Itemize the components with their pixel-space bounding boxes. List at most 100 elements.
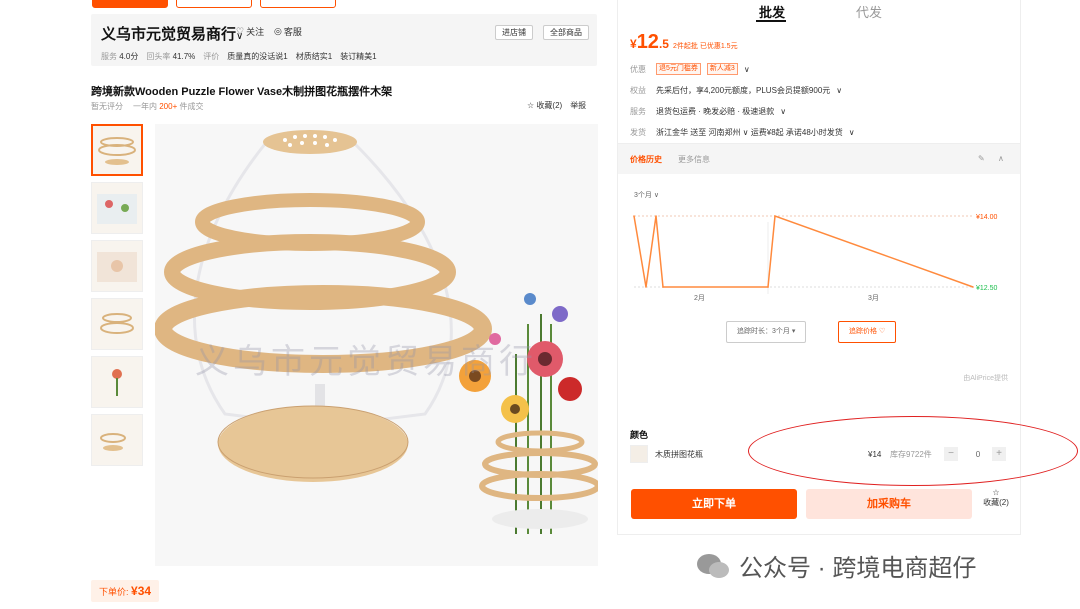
thumbnail[interactable] — [91, 298, 143, 350]
tab-more-info[interactable]: 更多信息 — [678, 154, 710, 165]
footer-text: 公众号 · 跨境电商超仔 — [739, 555, 977, 582]
wechat-footer: 公众号 · 跨境电商超仔 — [695, 548, 976, 583]
product-actions: ☆ 收藏(2) 举报 — [527, 100, 586, 111]
sales-info: 一年内 200+ 件成交 — [133, 102, 204, 111]
price-point — [645, 286, 647, 288]
vase-stand-icon — [100, 433, 126, 451]
price-point — [655, 215, 657, 217]
shipping-label: 发货 — [630, 128, 646, 137]
stat-review: 评价 — [203, 52, 220, 61]
price-point — [662, 286, 664, 288]
vase-stand-icon — [100, 313, 134, 334]
coupon-row: 优惠 退5元门槛券 新人减3 ∨ — [630, 63, 750, 75]
shop-tag: 装订精美1 — [340, 52, 377, 61]
aliprice-source: 由AliPrice提供 — [963, 375, 1008, 382]
thumbnail[interactable] — [91, 414, 143, 466]
top-button-secondary[interactable] — [176, 0, 252, 8]
shop-name-text[interactable]: 义乌市元觉贸易商行 — [101, 26, 236, 43]
no-rating: 暂无评分 — [91, 102, 123, 111]
chevron-down-icon[interactable]: ∨ — [836, 86, 842, 95]
price-point — [767, 286, 769, 288]
price-point — [774, 215, 776, 217]
shop-tag: 材质结实1 — [295, 52, 333, 61]
order-price-tag: 下单价: ¥34 — [91, 580, 160, 602]
wechat-icon — [697, 553, 729, 578]
bouquet-icon — [112, 369, 122, 396]
service-label: 客服 — [283, 27, 302, 37]
stat-return-rate: 回头率 41.7% — [146, 52, 196, 61]
top-button-tertiary[interactable] — [260, 0, 336, 8]
follow-button[interactable]: ♡ 关注 — [236, 25, 264, 38]
tab-indicator — [756, 20, 786, 22]
follow-label: 关注 — [246, 27, 265, 37]
track-price-button[interactable]: 追踪价格 ♡ — [838, 321, 897, 343]
enter-shop-button[interactable]: 进店铺 — [495, 25, 533, 40]
product-title: 跨境新款Wooden Puzzle Flower Vase木制拼图花瓶摆件木架 — [91, 86, 393, 98]
stat-service: 服务 4.0分 — [101, 52, 139, 61]
mode-tabs: 批发 代发 — [618, 0, 1020, 22]
tab-wholesale[interactable]: 批发 — [759, 2, 785, 21]
all-products-button[interactable]: 全部商品 — [543, 25, 589, 40]
x-tick-label: 3月 — [868, 294, 879, 302]
shop-tag: 质量真的没话说1 — [227, 52, 288, 61]
coupon-tag[interactable]: 新人减3 — [706, 63, 738, 75]
buy-now-button[interactable]: 立即下单 — [631, 489, 797, 519]
thumbnail[interactable] — [91, 356, 143, 408]
price-line — [633, 214, 974, 288]
add-to-cart-button[interactable]: 加采购车 — [806, 489, 972, 519]
unit-price: ¥12.5 — [630, 31, 669, 53]
thumbnail[interactable] — [91, 240, 143, 292]
price-point — [972, 286, 974, 288]
favorite-label: 收藏(2) — [983, 498, 1009, 507]
shop-stats: 服务 4.0分 回头率 41.7% 评价 质量真的没话说1 材质结实1 装订精美… — [101, 51, 377, 62]
top-action-buttons — [92, 0, 336, 8]
tab-price-history[interactable]: 价格历史 — [630, 154, 662, 165]
page: 义乌市元觉贸易商行∨ ♡ 关注 ◎ 客服 进店铺 全部商品 服务 4.0分 回头率 … — [0, 0, 1080, 609]
service-button[interactable]: ◎ 客服 — [274, 25, 302, 38]
vase-stand-icon — [98, 137, 136, 165]
track-duration-select[interactable]: 追踪时长：3个月 ▾ — [726, 321, 807, 343]
report-link[interactable]: 举报 — [570, 100, 586, 111]
coupon-tag[interactable]: 退5元门槛券 — [656, 63, 701, 75]
period-select[interactable]: 3个月 ∨ — [634, 190, 659, 200]
top-button-primary[interactable] — [92, 0, 168, 8]
tab-dropship[interactable]: 代发 — [856, 2, 882, 21]
history-tabs: 价格历史 更多信息 ✎ ∧ — [618, 144, 1020, 174]
service-text[interactable]: 退货包运费 · 晚发必赔 · 极速退款 — [656, 106, 774, 117]
star-icon: ☆ — [992, 488, 1000, 497]
edit-icon[interactable]: ✎ — [978, 154, 985, 163]
x-tick-label: 2月 — [694, 294, 705, 302]
headset-icon: ◎ — [274, 26, 282, 36]
favorite-button-panel[interactable]: ☆ 收藏(2) — [979, 488, 1013, 508]
shipping-text[interactable]: 浙江金华 送至 河南郑州 ∨ 运费¥8起 承诺48小时发货 — [656, 127, 843, 138]
flowers-icon — [97, 194, 137, 224]
chevron-down-icon[interactable]: ∨ — [744, 65, 750, 74]
chevron-up-icon[interactable]: ∧ — [998, 154, 1004, 163]
thumbnail-list — [91, 124, 143, 472]
annotation-ellipse — [748, 416, 1078, 486]
main-product-image[interactable]: 义乌市元觉贸易商行 — [154, 124, 601, 566]
watermark: 义乌市元觉贸易商行 — [195, 343, 537, 381]
benefit-text[interactable]: 先采后付，享4,200元额度，PLUS会员提额900元 — [656, 85, 830, 96]
chevron-down-icon[interactable]: ∨ — [780, 107, 786, 116]
price-history-panel: 价格历史 更多信息 ✎ ∧ 3个月 ∨ ¥14.00 ¥12.50 2月 3月 … — [618, 143, 1020, 395]
coupon-label: 优惠 — [630, 64, 646, 74]
sku-swatch[interactable] — [630, 445, 648, 463]
price-history-chart: ¥14.00 ¥12.50 2月 3月 — [633, 214, 998, 302]
favorite-button[interactable]: ☆ 收藏(2) — [527, 100, 562, 111]
thumbnail[interactable] — [91, 182, 143, 234]
shop-bar: 义乌市元觉贸易商行∨ ♡ 关注 ◎ 客服 进店铺 全部商品 服务 4.0分 回头率 … — [91, 14, 597, 66]
star-icon: ☆ — [527, 101, 535, 110]
price-point — [633, 215, 635, 217]
shop-name[interactable]: 义乌市元觉贸易商行∨ — [101, 23, 243, 44]
product-subinfo: 暂无评分 一年内 200+ 件成交 — [91, 101, 204, 112]
benefit-label: 权益 — [630, 86, 646, 95]
y-tick-label-high: ¥14.00 — [976, 214, 998, 221]
shipping-row: 发货 浙江金华 送至 河南郑州 ∨ 运费¥8起 承诺48小时发货 ∨ — [630, 127, 855, 138]
sku-name: 木质拼图花瓶 — [655, 449, 703, 459]
benefit-row: 权益 先采后付，享4,200元额度，PLUS会员提额900元 ∨ — [630, 85, 842, 96]
chevron-down-icon[interactable]: ∨ — [849, 128, 855, 137]
price-note: 2件起批 已优惠1.5元 — [673, 43, 738, 50]
service-row-label: 服务 — [630, 107, 646, 116]
thumbnail[interactable] — [91, 124, 143, 176]
